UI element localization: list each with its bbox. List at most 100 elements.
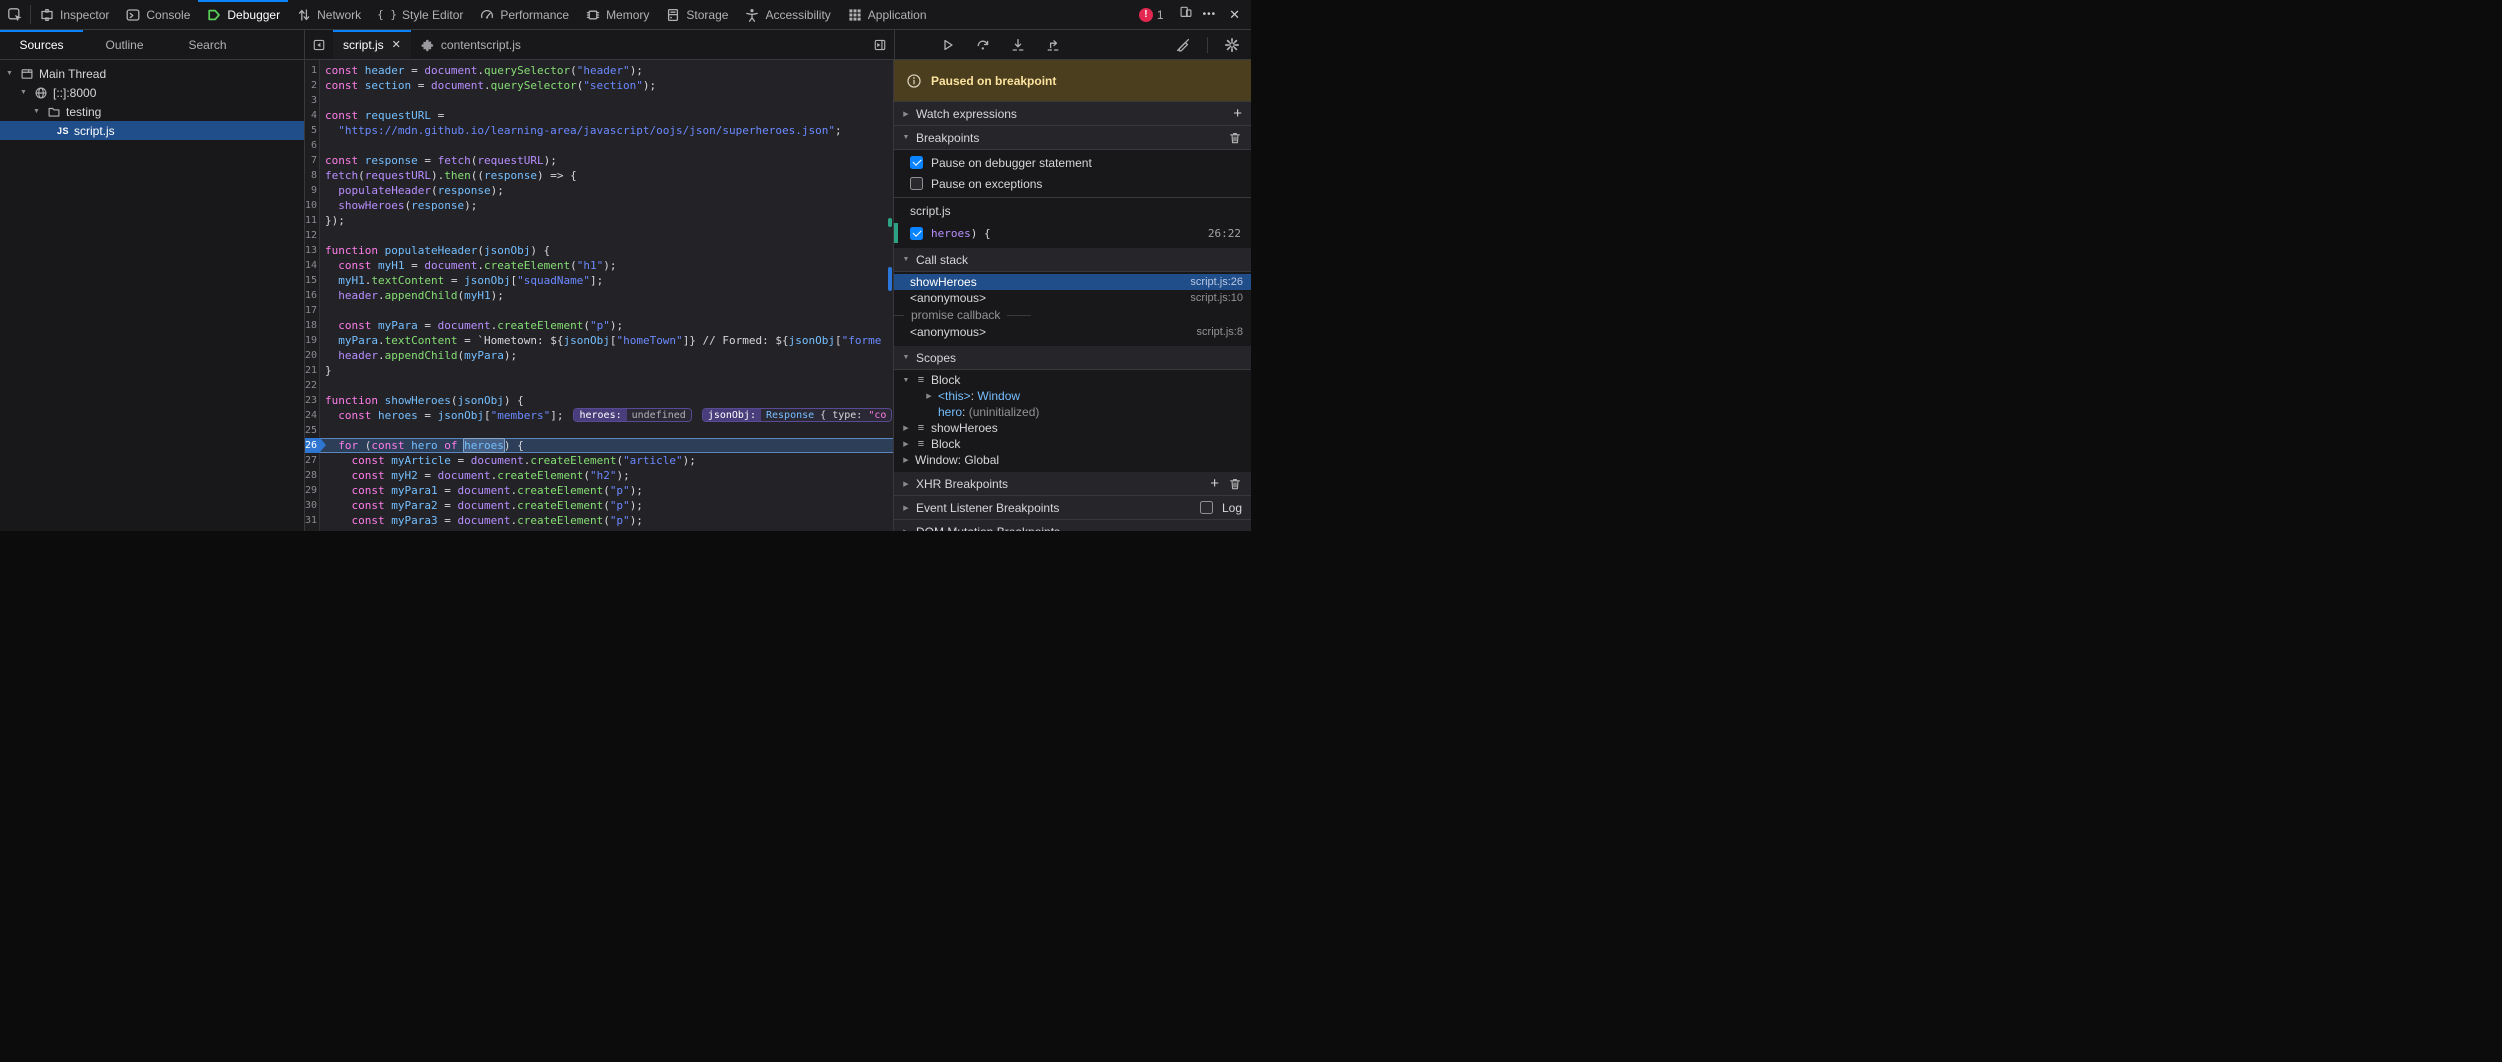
line-number[interactable]: 30 (305, 498, 320, 513)
line-number[interactable]: 15 (305, 273, 320, 288)
scope-showheroes[interactable]: ▶ ≡ showHeroes (894, 420, 1251, 436)
expander-icon[interactable]: ▼ (31, 108, 42, 115)
line-number[interactable]: 21 (305, 363, 320, 378)
line-number[interactable]: 4 (305, 108, 320, 123)
close-tab-icon[interactable]: ✕ (392, 38, 401, 51)
remove-xhr-breakpoints-trash-button[interactable] (1228, 477, 1242, 491)
checkbox-checked[interactable] (910, 156, 923, 169)
code-line[interactable]: 20 header.appendChild(myPara); (305, 348, 893, 363)
settings-button[interactable] (1221, 34, 1243, 56)
meatball-menu-button[interactable]: ••• (1200, 9, 1220, 20)
line-number[interactable]: 9 (305, 183, 320, 198)
tree-item-host[interactable]: ▼ [::]:8000 (0, 83, 304, 102)
tab-accessibility[interactable]: Accessibility (736, 0, 838, 29)
code-line[interactable]: 11}); (305, 213, 893, 228)
code-line[interactable]: 8fetch(requestURL).then((response) => { (305, 168, 893, 183)
add-xhr-breakpoint-button[interactable]: + (1210, 476, 1219, 491)
code-line[interactable]: 22 (305, 378, 893, 393)
tree-item-main-thread[interactable]: ▼ Main Thread (0, 64, 304, 83)
error-count-button[interactable]: ! 1 (1139, 8, 1164, 22)
inline-variable-preview[interactable]: heroes:undefined (573, 408, 691, 422)
code-line[interactable]: 24 const heroes = jsonObj["members"];her… (305, 408, 893, 423)
remove-breakpoints-trash-button[interactable] (1228, 131, 1242, 145)
stack-frame-selected[interactable]: showHeroes script.js:26 (894, 274, 1251, 290)
section-event-listener-breakpoints[interactable]: ▶ Event Listener Breakpoints Log (894, 496, 1251, 520)
scope-block[interactable]: ▼ ≡ Block (894, 372, 1251, 388)
tab-debugger[interactable]: Debugger (198, 0, 288, 29)
line-number[interactable]: 8 (305, 168, 320, 183)
code-line[interactable]: 6 (305, 138, 893, 153)
expander-icon[interactable]: ▼ (18, 89, 29, 96)
line-number[interactable]: 28 (305, 468, 320, 483)
tab-storage[interactable]: Storage (657, 0, 736, 29)
step-in-button[interactable] (1007, 34, 1029, 56)
stack-frame[interactable]: <anonymous> script.js:10 (894, 290, 1251, 306)
line-number[interactable]: 11 (305, 213, 320, 228)
pause-on-exceptions-option[interactable]: Pause on exceptions (894, 173, 1251, 194)
log-checkbox[interactable] (1200, 501, 1213, 514)
source-tab-contentscript[interactable]: contentscript.js (411, 30, 531, 59)
code-editor[interactable]: 1const header = document.querySelector("… (305, 60, 894, 531)
line-number[interactable]: 29 (305, 483, 320, 498)
responsive-mode-button[interactable] (1179, 5, 1193, 24)
line-number[interactable]: 27 (305, 453, 320, 468)
line-number[interactable]: 31 (305, 513, 320, 528)
tab-network[interactable]: Network (288, 0, 369, 29)
code-line[interactable]: 14 const myH1 = document.createElement("… (305, 258, 893, 273)
close-devtools-button[interactable]: ✕ (1226, 7, 1243, 23)
code-line[interactable]: 18 const myPara = document.createElement… (305, 318, 893, 333)
code-line[interactable]: 15 myH1.textContent = jsonObj["squadName… (305, 273, 893, 288)
line-number[interactable]: 13 (305, 243, 320, 258)
line-number[interactable]: 16 (305, 288, 320, 303)
line-number[interactable]: 10 (305, 198, 320, 213)
tab-performance[interactable]: Performance (471, 0, 577, 29)
section-xhr-breakpoints[interactable]: ▶ XHR Breakpoints + (894, 472, 1251, 496)
line-number[interactable]: 2 (305, 78, 320, 93)
section-watch-expressions[interactable]: ▶ Watch expressions + (894, 102, 1251, 126)
code-line[interactable]: 21} (305, 363, 893, 378)
line-number[interactable]: 24 (305, 408, 320, 423)
code-line[interactable]: 19 myPara.textContent = `Hometown: ${jso… (305, 333, 893, 348)
line-number[interactable]: 1 (305, 63, 320, 78)
stack-frame[interactable]: <anonymous> script.js:8 (894, 324, 1251, 340)
scope-hero[interactable]: hero: (uninitialized) (894, 404, 1251, 420)
line-number[interactable]: 19 (305, 333, 320, 348)
code-line[interactable]: 9 populateHeader(response); (305, 183, 893, 198)
step-over-button[interactable] (972, 34, 994, 56)
tab-application[interactable]: Application (839, 0, 935, 29)
tab-search[interactable]: Search (166, 30, 249, 59)
tree-item-file-scriptjs[interactable]: JS script.js (0, 121, 304, 140)
inline-variable-preview[interactable]: jsonObj:Response { type: "co (702, 408, 893, 422)
tab-inspector[interactable]: Inspector (31, 0, 117, 29)
tab-sources[interactable]: Sources (0, 30, 83, 59)
code-line[interactable]: 27 const myArticle = document.createElem… (305, 453, 893, 468)
code-line[interactable]: 12 (305, 228, 893, 243)
scope-window-global[interactable]: ▶ Window: Global (894, 452, 1251, 468)
line-number[interactable]: 22 (305, 378, 320, 393)
code-line[interactable]: 4const requestURL = (305, 108, 893, 123)
code-line[interactable]: 7const response = fetch(requestURL); (305, 153, 893, 168)
line-number[interactable]: 26 (305, 438, 320, 453)
resume-button[interactable] (937, 34, 959, 56)
section-scopes[interactable]: ▼ Scopes (894, 346, 1251, 370)
checkbox-unchecked[interactable] (910, 177, 923, 190)
code-line[interactable]: 2const section = document.querySelector(… (305, 78, 893, 93)
section-dom-mutation-breakpoints[interactable]: ▶ DOM Mutation Breakpoints (894, 520, 1251, 531)
line-number[interactable]: 5 (305, 123, 320, 138)
section-call-stack[interactable]: ▼ Call stack (894, 248, 1251, 272)
code-line[interactable]: 29 const myPara1 = document.createElemen… (305, 483, 893, 498)
code-line[interactable]: 3 (305, 93, 893, 108)
tab-outline[interactable]: Outline (83, 30, 166, 59)
line-number[interactable]: 12 (305, 228, 320, 243)
line-number[interactable]: 17 (305, 303, 320, 318)
source-tab-scriptjs[interactable]: script.js ✕ (333, 30, 411, 59)
expander-icon[interactable]: ▼ (4, 70, 15, 77)
scope-block-2[interactable]: ▶ ≡ Block (894, 436, 1251, 452)
code-line[interactable]: 31 const myPara3 = document.createElemen… (305, 513, 893, 528)
line-number[interactable]: 18 (305, 318, 320, 333)
step-out-button[interactable] (1042, 34, 1064, 56)
tab-style-editor[interactable]: { } Style Editor (369, 0, 471, 29)
line-number[interactable]: 23 (305, 393, 320, 408)
collapse-sources-panel-button[interactable] (305, 30, 333, 59)
pause-on-debugger-statement-option[interactable]: Pause on debugger statement (894, 152, 1251, 173)
